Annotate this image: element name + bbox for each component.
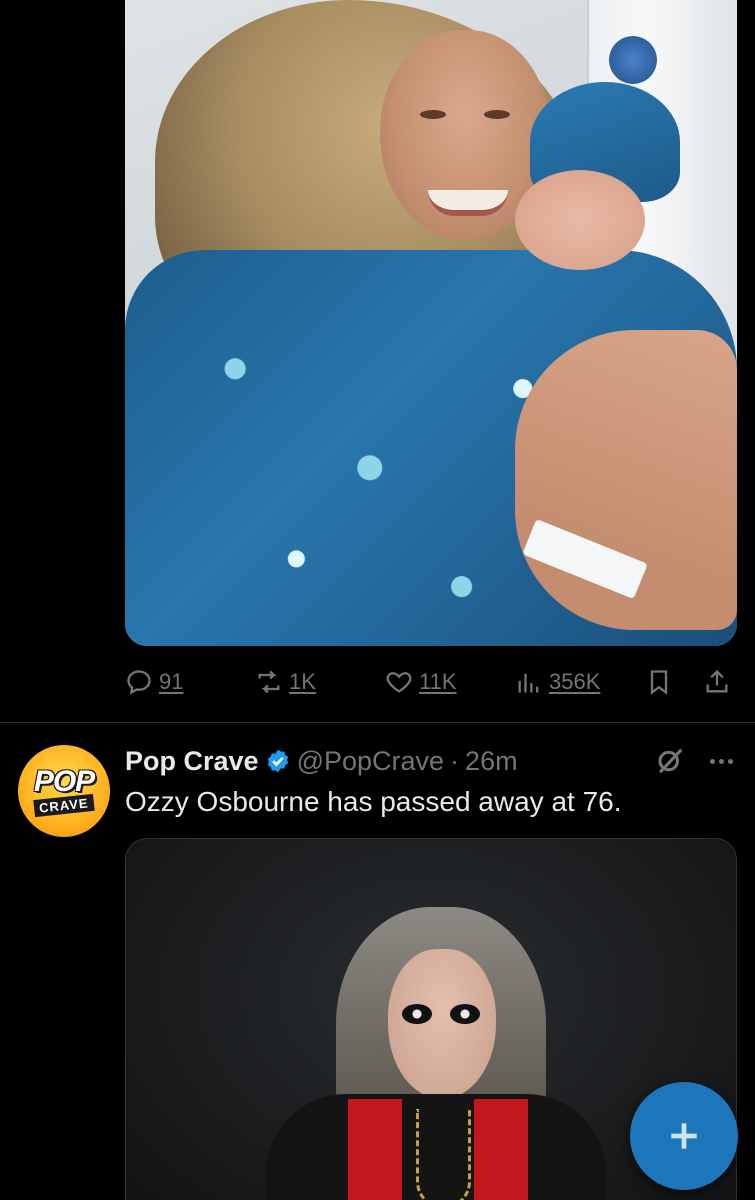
tweet-action-bar: 91 1K 11K 356K bbox=[125, 660, 737, 704]
reply-icon bbox=[127, 670, 151, 695]
bookmark-button[interactable] bbox=[645, 668, 673, 696]
avatar-logo-pop: POP bbox=[33, 765, 95, 798]
share-button[interactable] bbox=[703, 668, 731, 696]
bookmark-icon bbox=[650, 670, 668, 695]
photo-chain bbox=[416, 1109, 471, 1200]
tweet-timestamp[interactable]: 26m bbox=[465, 746, 518, 777]
photo-baby-face bbox=[515, 170, 645, 270]
author-handle[interactable]: @PopCrave bbox=[297, 746, 444, 777]
heart-icon bbox=[386, 672, 412, 693]
share-icon bbox=[706, 669, 728, 693]
grok-icon[interactable] bbox=[655, 746, 685, 776]
retweet-button[interactable]: 1K bbox=[255, 668, 316, 696]
tweet-header: Pop Crave @PopCrave · 26m bbox=[125, 743, 518, 779]
tweet-photo[interactable] bbox=[125, 0, 737, 646]
views-count: 356K bbox=[549, 669, 601, 694]
separator-dot: · bbox=[450, 745, 460, 776]
like-button[interactable]: 11K bbox=[385, 668, 457, 696]
author-name[interactable]: Pop Crave bbox=[125, 746, 259, 777]
reply-count: 91 bbox=[159, 669, 184, 694]
compose-button[interactable] bbox=[630, 1082, 738, 1190]
photo-face bbox=[388, 949, 496, 1099]
views-icon bbox=[518, 673, 539, 693]
views-button[interactable]: 356K bbox=[515, 668, 600, 696]
reply-button[interactable]: 91 bbox=[125, 668, 183, 696]
tweet-text: Ozzy Osbourne has passed away at 76. bbox=[125, 786, 622, 817]
retweet-count: 1K bbox=[289, 669, 316, 694]
timeline: 91 1K 11K 356K POP CRAVE Pop Crave @PopC… bbox=[0, 0, 755, 1200]
verified-badge-icon bbox=[265, 748, 291, 774]
plus-icon bbox=[671, 1123, 697, 1149]
avatar[interactable]: POP CRAVE bbox=[18, 745, 110, 837]
retweet-icon bbox=[258, 670, 280, 694]
like-count: 11K bbox=[419, 669, 457, 694]
tweet-divider bbox=[0, 722, 755, 723]
more-icon[interactable] bbox=[706, 746, 736, 776]
